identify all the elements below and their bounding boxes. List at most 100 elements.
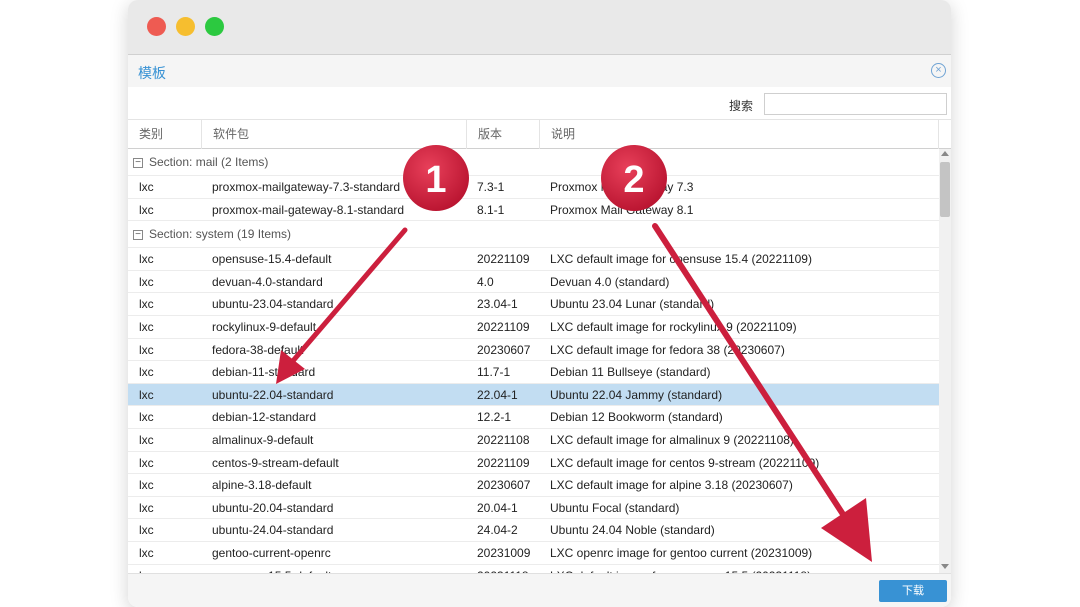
table-row[interactable]: lxc fedora-38-default 20230607 LXC default … — [128, 339, 939, 362]
cell-version: 11.7-1 — [477, 365, 511, 380]
cell-version: 23.04-1 — [477, 297, 518, 312]
cell-package: fedora-38-default — [212, 342, 304, 357]
cell-type: lxc — [139, 523, 154, 538]
cell-description: LXC default image for centos 9-stream (2… — [550, 455, 820, 470]
table-row[interactable]: lxc debian-11-standard 11.7-1 Debian 11 Bul… — [128, 361, 939, 384]
cell-version: 12.2-1 — [477, 410, 512, 425]
cell-description: Debian 12 Bookworm (standard) — [550, 410, 723, 425]
table-row[interactable]: lxc opensuse-15.4-default 20221109 LXC defa… — [128, 248, 939, 271]
search-label: 搜索 — [728, 99, 753, 113]
cell-type: lxc — [139, 202, 154, 217]
template-dialog: 模板 × 搜索 类别 软件包 版本 说明 − Section: mail (2 I… — [128, 54, 951, 607]
table-row[interactable]: lxc almalinux-9-default 20221108 LXC defaul… — [128, 429, 939, 452]
cell-description: LXC default image for fedora 38 (2023060… — [550, 342, 785, 357]
scrollbar-thumb[interactable] — [940, 162, 950, 217]
cell-package: devuan-4.0-standard — [212, 274, 323, 289]
table-row[interactable]: lxc debian-12-standard 12.2-1 Debian 12 Boo… — [128, 406, 939, 429]
column-header-version[interactable]: 版本 — [467, 120, 540, 149]
cell-version: 20221108 — [477, 433, 530, 447]
scroll-up-icon[interactable] — [941, 151, 949, 156]
table-row[interactable]: lxc proxmox-mailgateway-7.3-standard 7.3-1… — [128, 176, 939, 199]
cell-package: opensuse-15.4-default — [212, 252, 332, 267]
cell-type: lxc — [139, 410, 154, 425]
cell-type: lxc — [139, 252, 154, 267]
cell-description: Ubuntu 22.04 Jammy (standard) — [550, 387, 723, 402]
table-row[interactable]: lxc ubuntu-22.04-standard 22.04-1 Ubuntu 22… — [128, 383, 939, 407]
group-header[interactable]: − Section: system (19 Items) — [128, 221, 939, 249]
table-row[interactable]: lxc gentoo-current-openrc 20231009 LXC open… — [128, 542, 939, 565]
cell-version: 20221109 — [477, 455, 530, 470]
cell-version: 8.1-1 — [477, 202, 505, 217]
cell-type: lxc — [139, 387, 154, 402]
cell-type: lxc — [139, 320, 154, 334]
cell-type: lxc — [139, 433, 154, 447]
table-row[interactable]: lxc ubuntu-20.04-standard 20.04-1 Ubuntu Fo… — [128, 497, 939, 520]
dialog-footer: 下载 — [128, 573, 951, 607]
dialog-header: 模板 × — [128, 55, 951, 87]
download-button[interactable]: 下载 — [879, 580, 947, 602]
group-header[interactable]: − Section: mail (2 Items) — [128, 149, 939, 176]
app-window: 模板 × 搜索 类别 软件包 版本 说明 − Section: mail (2 I… — [128, 0, 951, 607]
table-row[interactable]: lxc devuan-4.0-standard 4.0 Devuan 4.0 (sta… — [128, 271, 939, 294]
template-grid[interactable]: − Section: mail (2 Items) lxc proxmox-mailg… — [128, 149, 939, 573]
column-header-description[interactable]: 说明 — [540, 120, 939, 149]
cell-package: opensuse-15.5-default — [212, 565, 462, 573]
collapse-icon[interactable]: − — [133, 230, 143, 241]
cell-version: 20.04-1 — [477, 500, 518, 515]
cell-package: rockylinux-9-default — [212, 320, 317, 334]
title-bar — [128, 0, 951, 54]
column-header-package[interactable]: 软件包 — [202, 120, 467, 149]
column-header-type[interactable]: 类别 — [128, 120, 202, 149]
cell-package: alpine-3.18-default — [212, 478, 312, 493]
cell-type: lxc — [139, 180, 154, 194]
cell-description: LXC default image for almalinux 9 (20221… — [550, 433, 794, 447]
collapse-icon[interactable]: − — [133, 158, 143, 168]
cell-description: LXC default image for alpine 3.18 (20230… — [550, 478, 793, 493]
group-label: Section: system (19 Items) — [149, 227, 292, 242]
cell-package: ubuntu-20.04-standard — [212, 500, 334, 515]
dialog-title: 模板 — [138, 65, 166, 81]
cell-package: almalinux-9-default — [212, 433, 314, 447]
cell-version: 20231009 — [477, 546, 531, 560]
cell-package: proxmox-mailgateway-7.3-standard — [212, 180, 401, 194]
close-icon[interactable]: × — [931, 63, 946, 78]
cell-version: 4.0 — [477, 274, 494, 289]
cell-type: lxc — [139, 500, 154, 515]
cell-version: 24.04-2 — [477, 523, 518, 538]
cell-version: 20230607 — [477, 478, 531, 493]
cell-description: LXC default image for opensuse 15.5 (202… — [550, 565, 935, 573]
cell-description: Ubuntu 24.04 Noble (standard) — [550, 523, 715, 538]
scroll-down-icon[interactable] — [941, 564, 949, 569]
table-row[interactable]: lxc ubuntu-23.04-standard 23.04-1 Ubuntu 23… — [128, 293, 939, 316]
cell-type: lxc — [139, 365, 154, 380]
cell-type: lxc — [139, 455, 154, 470]
vertical-scrollbar[interactable] — [939, 149, 951, 573]
close-window-button[interactable] — [147, 17, 166, 36]
table-row[interactable]: lxc opensuse-15.5-default 20231118 LXC defa… — [128, 565, 939, 573]
cell-type: lxc — [139, 342, 154, 357]
cell-description: LXC default image for opensuse 15.4 (202… — [550, 252, 812, 267]
table-row[interactable]: lxc centos-9-stream-default 20221109 LXC de… — [128, 452, 939, 475]
minimize-window-button[interactable] — [176, 17, 195, 36]
cell-description: LXC openrc image for gentoo current (202… — [550, 546, 813, 560]
cell-version: 20230607 — [477, 342, 531, 357]
cell-version: 20221109 — [477, 252, 530, 267]
cell-package: ubuntu-24.04-standard — [212, 523, 334, 538]
cell-type: lxc — [139, 546, 154, 560]
maximize-window-button[interactable] — [205, 17, 224, 36]
toolbar: 搜索 — [128, 87, 951, 120]
cell-description: Devuan 4.0 (standard) — [550, 274, 670, 289]
cell-package: debian-11-standard — [212, 365, 316, 380]
cell-description: Proxmox Mail Gateway 7.3 — [550, 180, 694, 194]
search-input[interactable] — [764, 93, 947, 115]
cell-description: Debian 11 Bullseye (standard) — [550, 365, 711, 380]
table-row[interactable]: lxc ubuntu-24.04-standard 24.04-2 Ubuntu 24… — [128, 519, 939, 542]
cell-description: Ubuntu 23.04 Lunar (standard) — [550, 297, 715, 312]
cell-description: Proxmox Mail Gateway 8.1 — [550, 202, 694, 217]
cell-type: lxc — [139, 297, 154, 312]
table-row[interactable]: lxc alpine-3.18-default 20230607 LXC defaul… — [128, 474, 939, 497]
cell-type: lxc — [139, 565, 199, 573]
cell-package: centos-9-stream-default — [212, 455, 339, 470]
table-row[interactable]: lxc proxmox-mail-gateway-8.1-standard 8.1-… — [128, 199, 939, 222]
table-row[interactable]: lxc rockylinux-9-default 20221109 LXC defau… — [128, 316, 939, 339]
